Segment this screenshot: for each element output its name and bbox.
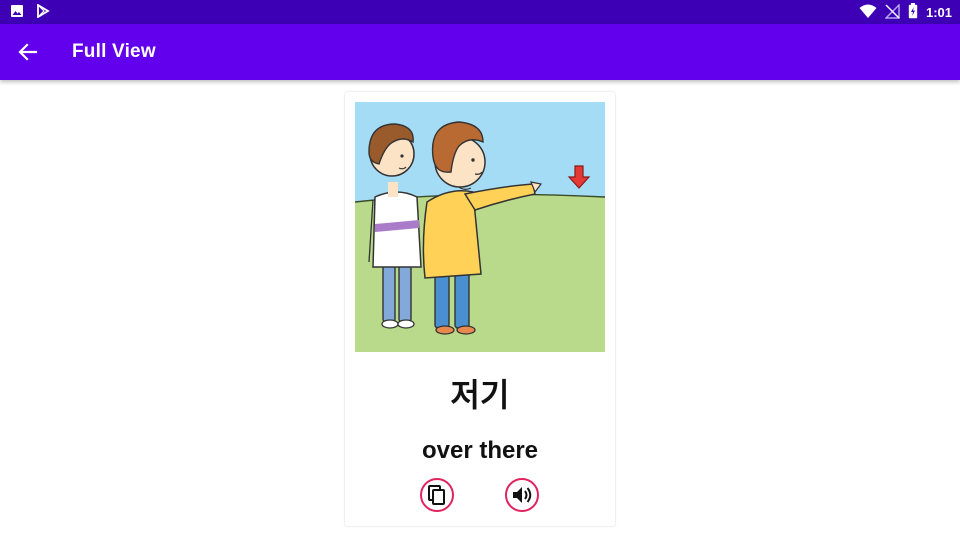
copy-button[interactable] [420,478,454,512]
status-time: 1:01 [925,5,952,20]
speak-button[interactable] [505,478,539,512]
volume-icon [513,487,532,503]
wifi-icon [859,4,877,22]
battery-charging-icon [908,3,918,22]
status-bar: 1:01 [0,0,960,24]
no-signal-icon [884,2,900,22]
play-store-icon [36,3,50,23]
page-title: Full View [72,41,156,62]
flashcard-illustration [355,102,605,352]
flashcard: 저기 over there [345,92,615,526]
app-bar: Full View [0,24,960,80]
korean-word: 저기 [450,376,510,414]
english-meaning: over there [421,437,539,464]
copy-icon [428,485,445,505]
image-icon [10,4,24,23]
arrow-back-icon [18,43,38,61]
back-button[interactable] [12,36,44,68]
